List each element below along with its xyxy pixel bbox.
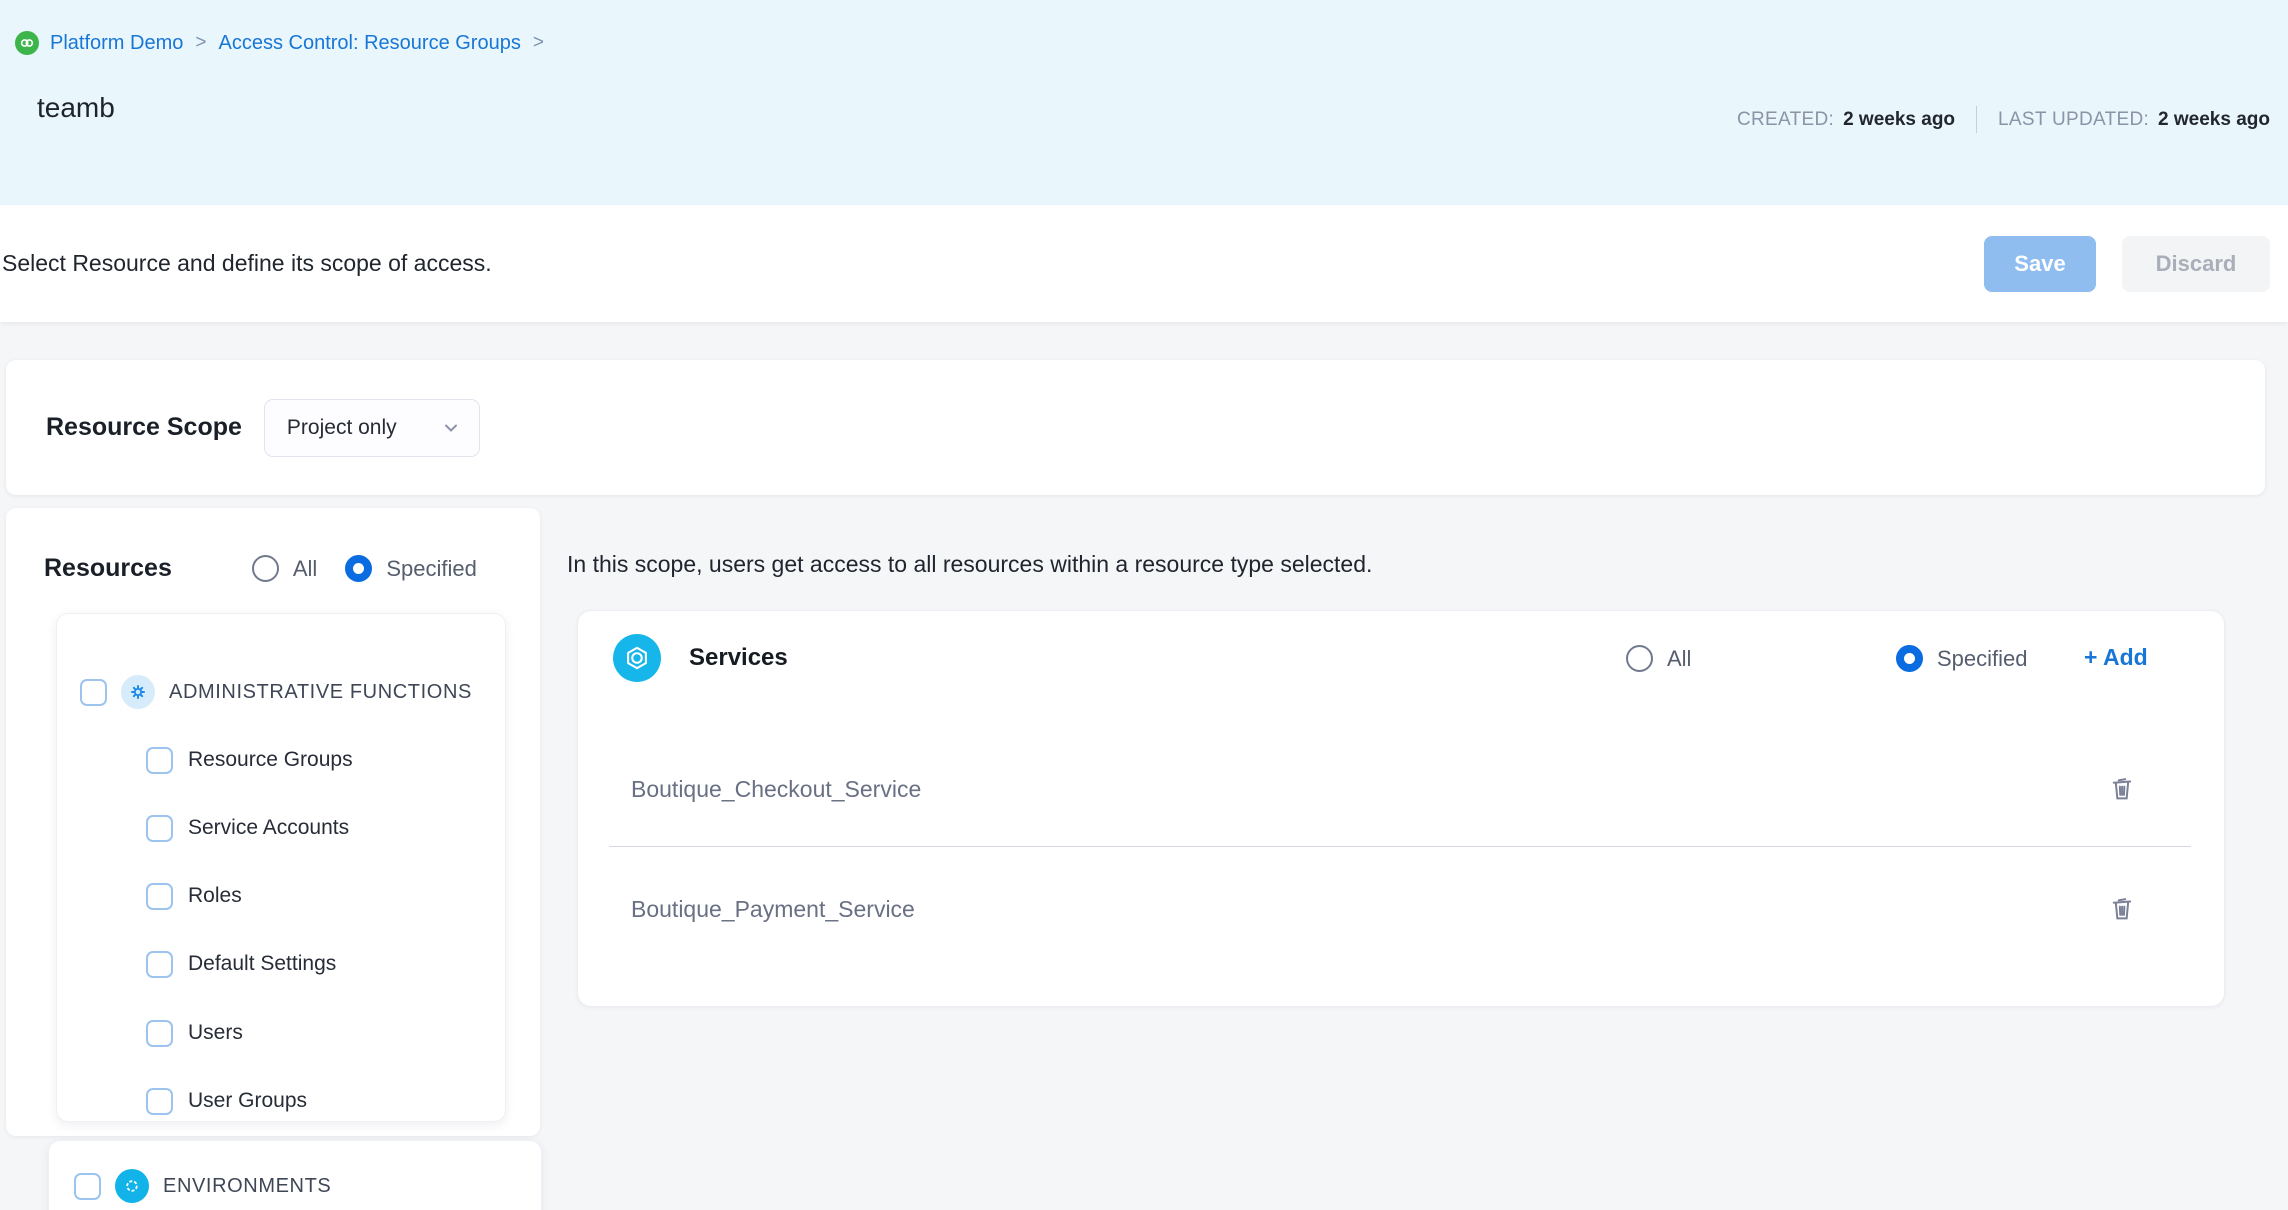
tree-item-users: Users <box>57 1015 505 1051</box>
services-card-header: Services <box>613 633 788 683</box>
actions-toolbar: Select Resource and define its scope of … <box>0 205 2288 322</box>
delete-service-button[interactable] <box>2105 772 2139 806</box>
resources-title: Resources <box>44 554 172 583</box>
tree-group-environments: ENVIRONMENTS <box>49 1168 541 1204</box>
resource-scope-card: Resource Scope Project only <box>6 360 2265 495</box>
services-radio-specified-group: Specified <box>1896 645 2028 672</box>
scope-description: In this scope, users get access to all r… <box>567 551 1372 578</box>
administrative-functions-checkbox[interactable] <box>80 679 107 706</box>
tree-group-administrative-functions: ADMINISTRATIVE FUNCTIONS <box>57 674 505 710</box>
tree-item-user-groups: User Groups <box>57 1083 505 1119</box>
resources-panel: Resources All Specified <box>6 508 540 1136</box>
created-updated-meta: CREATED: 2 weeks ago LAST UPDATED: 2 wee… <box>1737 106 2270 133</box>
resource-scope-dropdown-value: Project only <box>287 416 397 440</box>
services-card: Services All Specified + Add Boutique_Ch… <box>577 610 2225 1007</box>
discard-button[interactable]: Discard <box>2122 236 2270 292</box>
page: Platform Demo > Access Control: Resource… <box>0 0 2288 1210</box>
chevron-down-icon <box>441 418 461 438</box>
breadcrumb-separator: > <box>194 32 207 54</box>
resource-groups-checkbox[interactable] <box>146 747 173 774</box>
breadcrumb-item-project[interactable]: Platform Demo <box>50 32 183 55</box>
services-radio-all-label[interactable]: All <box>1667 646 1691 672</box>
tree-item-service-accounts: Service Accounts <box>57 810 505 846</box>
tree-item-label[interactable]: Users <box>188 1021 243 1045</box>
row-divider <box>609 846 2191 847</box>
trash-icon <box>2108 895 2136 923</box>
resources-radio-specified[interactable] <box>345 555 372 582</box>
services-radio-all-group: All <box>1626 645 1691 672</box>
tree-item-label[interactable]: Default Settings <box>188 952 336 976</box>
environments-icon <box>115 1169 149 1203</box>
resource-scope-label: Resource Scope <box>46 413 242 442</box>
page-header-banner: Platform Demo > Access Control: Resource… <box>0 0 2288 205</box>
default-settings-checkbox[interactable] <box>146 951 173 978</box>
created-value: 2 weeks ago <box>1843 109 1955 131</box>
resource-scope-dropdown[interactable]: Project only <box>264 399 480 457</box>
meta-divider <box>1976 106 1977 133</box>
last-updated-label: LAST UPDATED: <box>1998 109 2149 131</box>
resources-radio-all[interactable] <box>252 555 279 582</box>
service-name: Boutique_Payment_Service <box>631 896 915 923</box>
gear-icon <box>121 675 155 709</box>
services-radio-specified-label[interactable]: Specified <box>1937 646 2028 672</box>
environments-checkbox[interactable] <box>74 1173 101 1200</box>
save-button[interactable]: Save <box>1984 236 2096 292</box>
services-hex-icon <box>613 634 661 682</box>
service-row: Boutique_Checkout_Service <box>578 769 2224 809</box>
breadcrumb-separator: > <box>532 32 545 54</box>
service-row: Boutique_Payment_Service <box>578 889 2224 929</box>
services-radio-specified[interactable] <box>1896 645 1923 672</box>
trash-icon <box>2108 775 2136 803</box>
breadcrumb: Platform Demo > Access Control: Resource… <box>15 31 545 55</box>
tree-group-label[interactable]: ENVIRONMENTS <box>163 1175 331 1198</box>
delete-service-button[interactable] <box>2105 892 2139 926</box>
tree-item-default-settings: Default Settings <box>57 946 505 982</box>
tree-item-label[interactable]: Roles <box>188 884 242 908</box>
tree-item-label[interactable]: User Groups <box>188 1089 307 1113</box>
resources-radio-specified-label[interactable]: Specified <box>386 556 477 582</box>
service-name: Boutique_Checkout_Service <box>631 776 921 803</box>
services-radio-all[interactable] <box>1626 645 1653 672</box>
service-accounts-checkbox[interactable] <box>146 815 173 842</box>
resources-header: Resources All Specified <box>44 554 477 583</box>
tree-item-label[interactable]: Resource Groups <box>188 748 353 772</box>
tree-item-resource-groups: Resource Groups <box>57 742 505 778</box>
tree-item-roles: Roles <box>57 878 505 914</box>
add-service-button[interactable]: + Add <box>2084 644 2148 671</box>
last-updated-value: 2 weeks ago <box>2158 109 2270 131</box>
resources-radio-all-label[interactable]: All <box>293 556 317 582</box>
created-label: CREATED: <box>1737 109 1834 131</box>
tree-group-label[interactable]: ADMINISTRATIVE FUNCTIONS <box>169 681 472 704</box>
roles-checkbox[interactable] <box>146 883 173 910</box>
page-title: teamb <box>37 92 115 124</box>
services-title: Services <box>689 644 788 672</box>
user-groups-checkbox[interactable] <box>146 1088 173 1115</box>
users-checkbox[interactable] <box>146 1020 173 1047</box>
tree-item-label[interactable]: Service Accounts <box>188 816 349 840</box>
resource-type-tree: ADMINISTRATIVE FUNCTIONS Resource Groups… <box>56 613 506 1122</box>
breadcrumb-item-section[interactable]: Access Control: Resource Groups <box>218 32 520 55</box>
environments-card: ENVIRONMENTS <box>48 1140 542 1210</box>
link-rings-icon <box>15 31 39 55</box>
toolbar-description: Select Resource and define its scope of … <box>2 250 492 277</box>
